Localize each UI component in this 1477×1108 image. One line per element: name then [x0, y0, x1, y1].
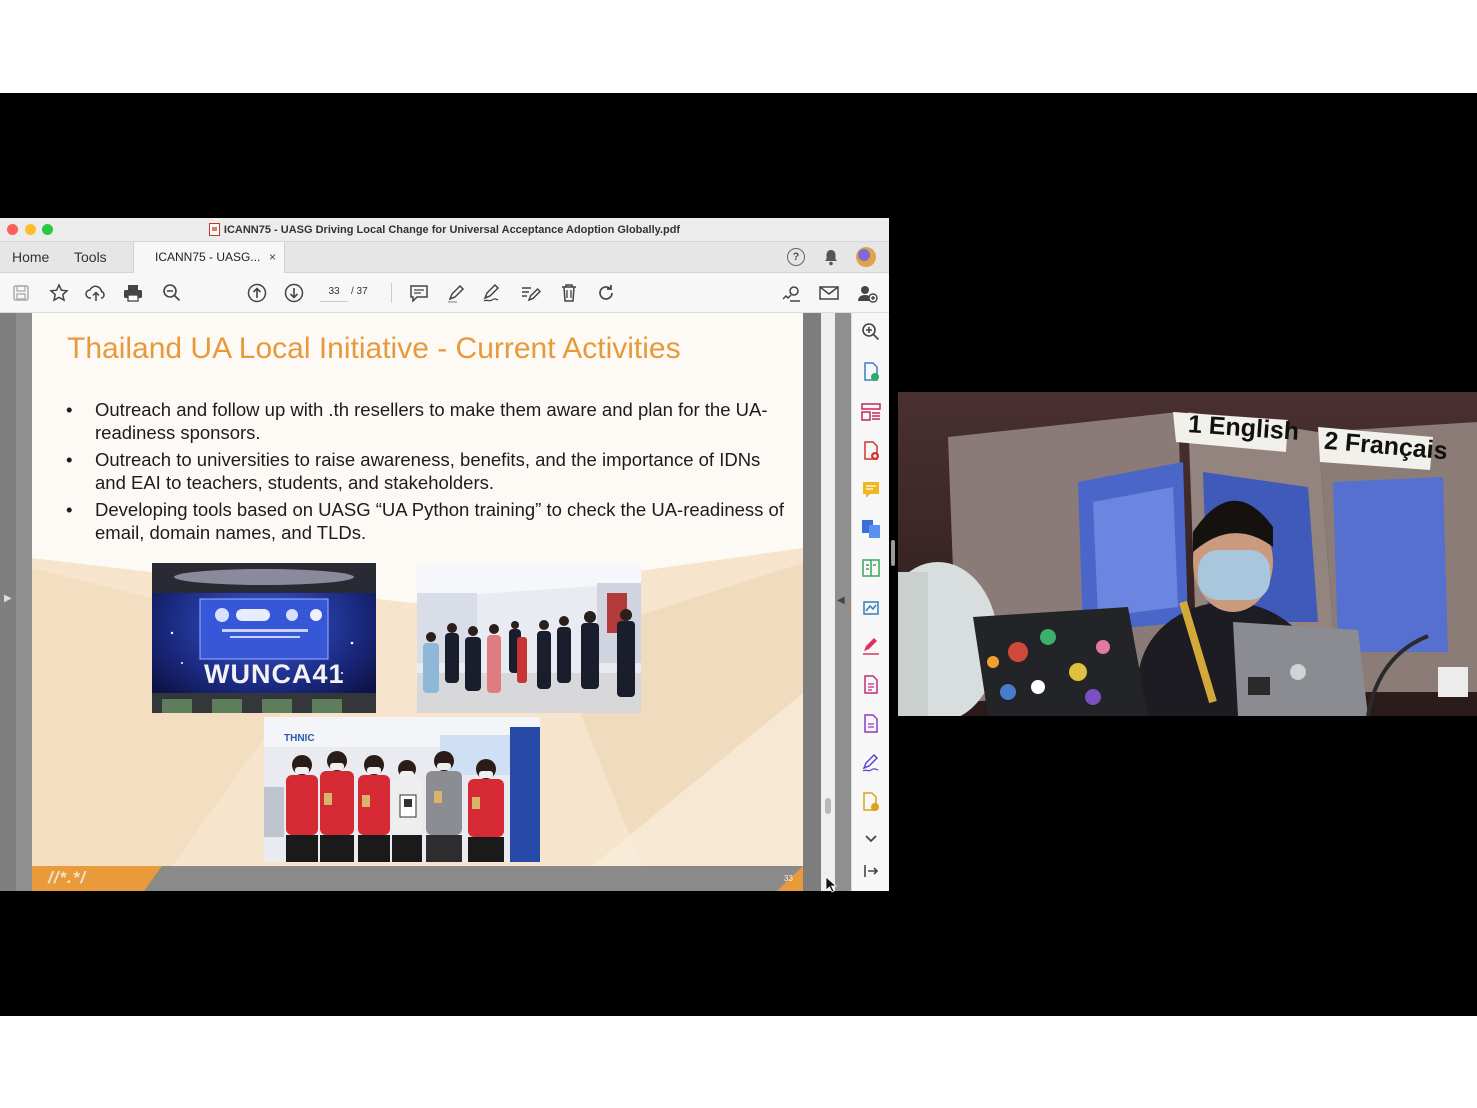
combine-files-icon[interactable]	[861, 519, 881, 539]
expand-left-panel-icon[interactable]: ▶	[4, 593, 12, 604]
create-pdf-icon[interactable]	[861, 441, 881, 461]
zoom-out-icon[interactable]	[161, 273, 183, 312]
bullet-item: Outreach to universities to raise awaren…	[66, 448, 786, 494]
slide-page-number: 33	[784, 874, 793, 883]
title-bar: ICANN75 - UASG Driving Local Change for …	[0, 218, 889, 242]
delete-icon[interactable]	[558, 273, 580, 312]
close-tab-icon[interactable]: ×	[269, 242, 276, 273]
tab-bar: Home Tools ICANN75 - UASG... × ?	[0, 242, 889, 273]
next-page-icon[interactable]	[283, 273, 305, 312]
protect-icon[interactable]	[861, 714, 881, 734]
window-edge-handle	[891, 540, 895, 566]
tab-tools[interactable]: Tools	[74, 242, 107, 272]
page-number-input[interactable]: 33	[320, 283, 348, 302]
acrobat-window: ICANN75 - UASG Driving Local Change for …	[0, 218, 889, 891]
main-toolbar: 33 / 37	[0, 273, 889, 313]
bullet-item: Developing tools based on UASG “UA Pytho…	[66, 498, 786, 544]
bullet-list: Outreach and follow up with .th reseller…	[66, 398, 786, 548]
print-icon[interactable]	[122, 273, 144, 312]
compress-icon[interactable]	[861, 558, 881, 578]
help-icon[interactable]: ?	[787, 248, 805, 266]
tab-document[interactable]: ICANN75 - UASG... ×	[133, 242, 285, 273]
rotate-icon[interactable]	[595, 273, 617, 312]
scrollbar-thumb[interactable]	[825, 798, 831, 814]
edit-pdf-icon[interactable]	[861, 675, 881, 695]
scan-icon[interactable]	[861, 597, 881, 617]
edit-icon[interactable]	[520, 273, 542, 312]
tools-side-panel	[851, 313, 889, 891]
notifications-bell-icon[interactable]	[823, 249, 839, 271]
mouse-cursor-icon	[825, 876, 837, 893]
pdf-slide-page: Thailand UA Local Initiative - Current A…	[32, 313, 803, 891]
toolbar-divider	[391, 283, 392, 303]
email-icon[interactable]	[817, 273, 841, 312]
sign-icon[interactable]	[482, 273, 504, 312]
thnic-logo: THNIC	[284, 733, 315, 744]
export-pdf-icon[interactable]	[861, 362, 881, 382]
document-view[interactable]: ▶ Thailand UA Local Initiative - Current…	[0, 313, 851, 891]
speaker-video-feed: 1 English 2 Français	[898, 392, 1477, 716]
collapse-right-panel-icon[interactable]: ◀	[837, 595, 845, 606]
save-icon[interactable]	[10, 273, 32, 312]
send-for-review-icon[interactable]	[861, 792, 881, 812]
footer-logo-text: //*.*/	[48, 868, 87, 887]
photo-hallway-crowd	[417, 563, 641, 713]
star-icon[interactable]	[48, 273, 70, 312]
right-gutter	[803, 313, 821, 891]
more-tools-chevron-icon[interactable]	[861, 829, 881, 849]
fill-sign-icon[interactable]	[861, 636, 881, 656]
wunca-stage-text: WUNCA41	[204, 659, 345, 689]
comment-tool-icon[interactable]	[861, 480, 881, 500]
highlight-pen-icon[interactable]	[445, 273, 467, 312]
window-title: ICANN75 - UASG Driving Local Change for …	[223, 223, 681, 236]
document-tab-label: ICANN75 - UASG...	[155, 250, 261, 264]
pdf-file-icon	[208, 223, 220, 236]
photo-wunca-stage: WUNCA41	[152, 563, 376, 713]
add-user-icon[interactable]	[855, 273, 879, 312]
request-signature-icon[interactable]	[861, 753, 881, 773]
share-link-icon[interactable]	[779, 273, 803, 312]
user-avatar[interactable]	[856, 247, 876, 267]
page-total: / 37	[351, 286, 368, 297]
slide-footer-shape	[32, 866, 803, 891]
slide-title: Thailand UA Local Initiative - Current A…	[67, 332, 681, 365]
photo-thnic-group: THNIC	[264, 717, 540, 862]
tab-home[interactable]: Home	[12, 242, 49, 272]
left-gutter: ▶	[0, 313, 16, 891]
organize-pages-icon[interactable]	[861, 402, 881, 422]
bullet-item: Outreach and follow up with .th reseller…	[66, 398, 786, 444]
collapse-panel-icon[interactable]	[861, 861, 881, 881]
prev-page-icon[interactable]	[246, 273, 268, 312]
upload-cloud-icon[interactable]	[85, 273, 107, 312]
vertical-scrollbar[interactable]	[821, 313, 835, 891]
zoom-in-icon[interactable]	[861, 322, 881, 342]
comment-icon[interactable]	[408, 273, 430, 312]
